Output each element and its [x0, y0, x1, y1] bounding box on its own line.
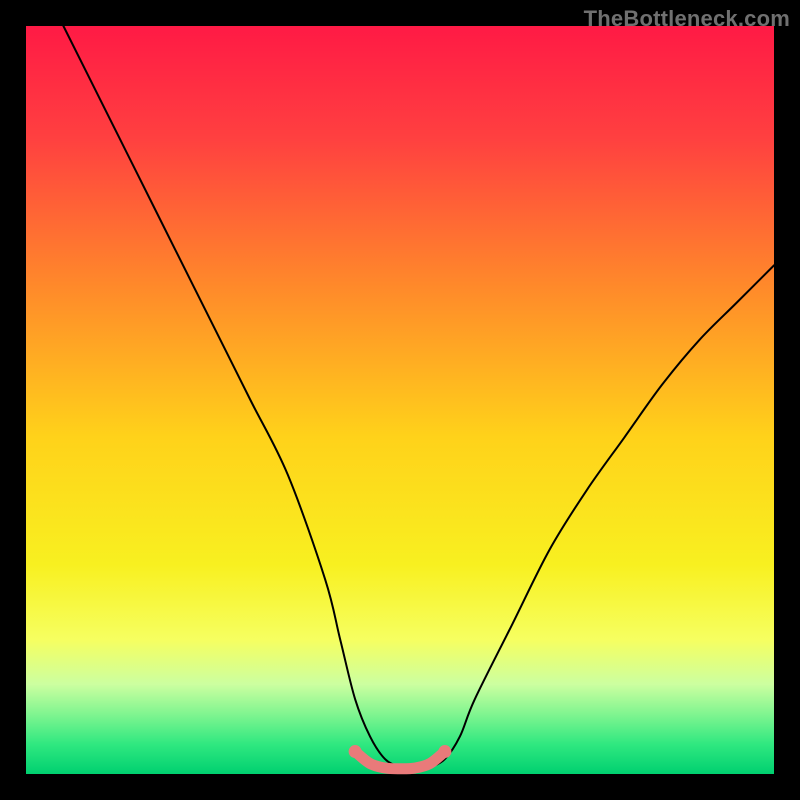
bottleneck-chart	[0, 0, 800, 800]
watermark-text: TheBottleneck.com	[584, 6, 790, 32]
chart-background	[26, 26, 774, 774]
valley-endpoint-left	[349, 745, 362, 758]
chart-frame: TheBottleneck.com	[0, 0, 800, 800]
valley-endpoint-right	[438, 745, 451, 758]
